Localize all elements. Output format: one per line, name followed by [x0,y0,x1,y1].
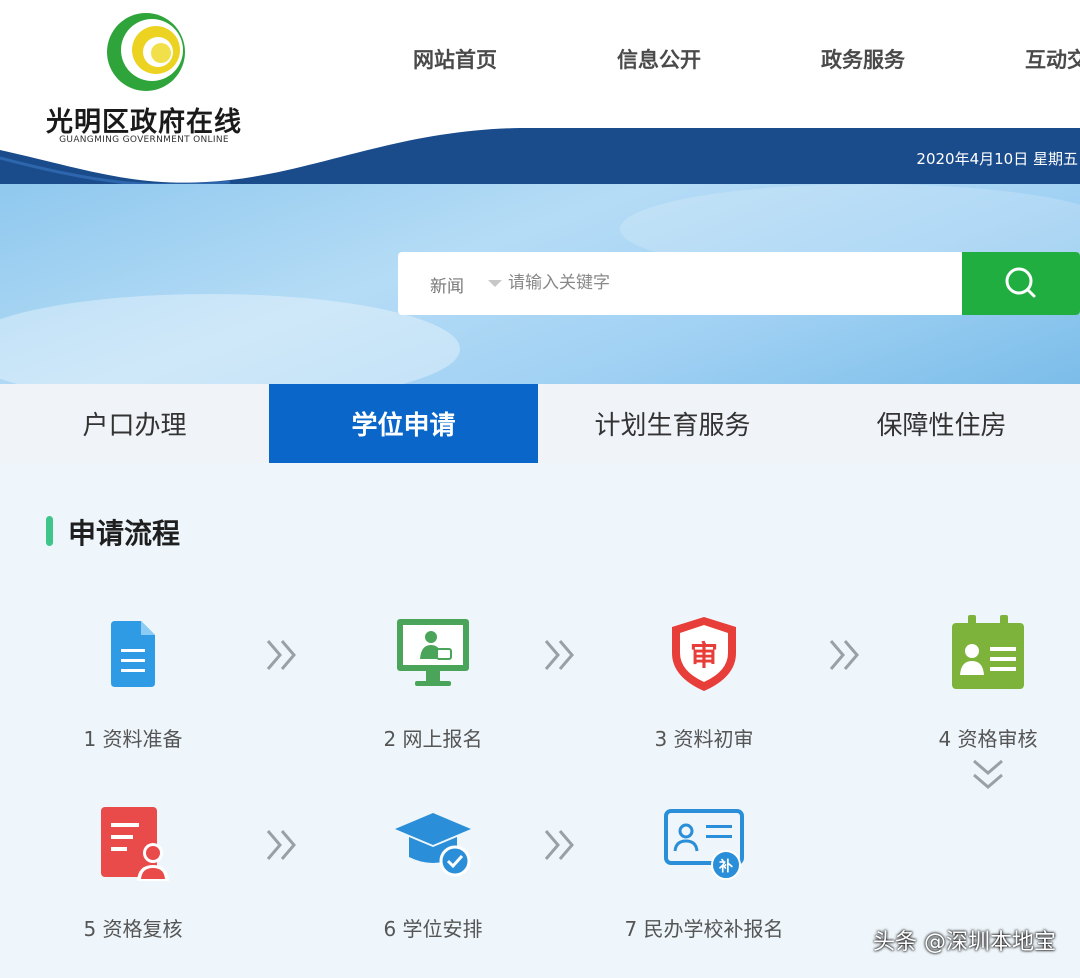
chevron-right-icon [266,830,296,860]
search-input[interactable] [508,262,948,304]
step-label: 5 资格复核 [83,917,183,941]
tab-family-planning[interactable]: 计划生育服务 [538,384,807,463]
tab-housing[interactable]: 保障性住房 [807,384,1076,463]
logo-title: 光明区政府在线 [46,107,242,138]
logo-icon [107,13,185,91]
process-panel: 申请流程 1 资料准备 2 网上报名 审 3 资料初审 4 资格审核 5 资格复… [0,463,1080,978]
process-step[interactable]: 6 学位安排 [333,803,533,953]
id-card-icon [952,615,1024,689]
watermark: 头条 @深圳本地宝 [873,930,1056,955]
process-step[interactable]: 审 3 资料初审 [604,613,804,763]
nav-interaction[interactable]: 互动交 [1025,44,1080,74]
search-scope-select[interactable]: 新闻 [430,272,464,297]
document-icon [111,621,155,687]
step-label: 2 网上报名 [383,727,483,751]
process-step[interactable]: 4 资格审核 [888,613,1080,763]
logo-subtitle: GUANGMING GOVERNMENT ONLINE [59,135,229,145]
process-step[interactable]: 1 资料准备 [33,613,233,763]
nav-gov-services[interactable]: 政务服务 [821,44,905,74]
step-label: 1 资料准备 [83,727,183,751]
chevron-right-icon [829,640,859,670]
site-header: 光明区政府在线 GUANGMING GOVERNMENT ONLINE 网站首页… [0,0,1080,190]
search-banner: 新闻 [0,184,1080,384]
nav-home[interactable]: 网站首页 [413,44,497,74]
supplement-card-icon: 补 [664,809,744,880]
tab-school-place[interactable]: 学位申请 [269,384,538,463]
review-shield-icon: 审 [672,617,736,691]
service-tabs: 户口办理 学位申请 计划生育服务 保障性住房 [0,384,1080,463]
chevron-right-icon [544,640,574,670]
process-step[interactable]: 补 7 民办学校补报名 [604,803,804,953]
svg-text:审: 审 [690,639,718,672]
search-button[interactable] [962,252,1080,315]
banner-decoration [0,294,460,384]
tab-hukou[interactable]: 户口办理 [0,384,269,463]
step-label: 7 民办学校补报名 [624,917,784,941]
chevron-down-icon[interactable] [488,280,502,287]
process-step[interactable]: 2 网上报名 [333,613,533,763]
date-display: 2020年4月10日 星期五 [916,150,1078,168]
step-label: 4 资格审核 [938,727,1038,751]
step-label: 3 资料初审 [654,727,754,751]
online-register-icon [397,619,469,686]
graduation-cap-icon [395,813,471,877]
svg-text:补: 补 [718,858,733,875]
chevron-right-icon [544,830,574,860]
nav-info-disclosure[interactable]: 信息公开 [617,44,701,74]
chevron-down-icon [973,759,1003,789]
search-icon [1005,267,1036,298]
recheck-icon [101,807,169,881]
step-label: 6 学位安排 [383,917,483,941]
search-box: 新闻 [398,252,1080,315]
section-marker [46,516,53,546]
process-step[interactable]: 5 资格复核 [33,803,233,953]
section-title: 申请流程 [68,517,181,550]
chevron-right-icon [266,640,296,670]
